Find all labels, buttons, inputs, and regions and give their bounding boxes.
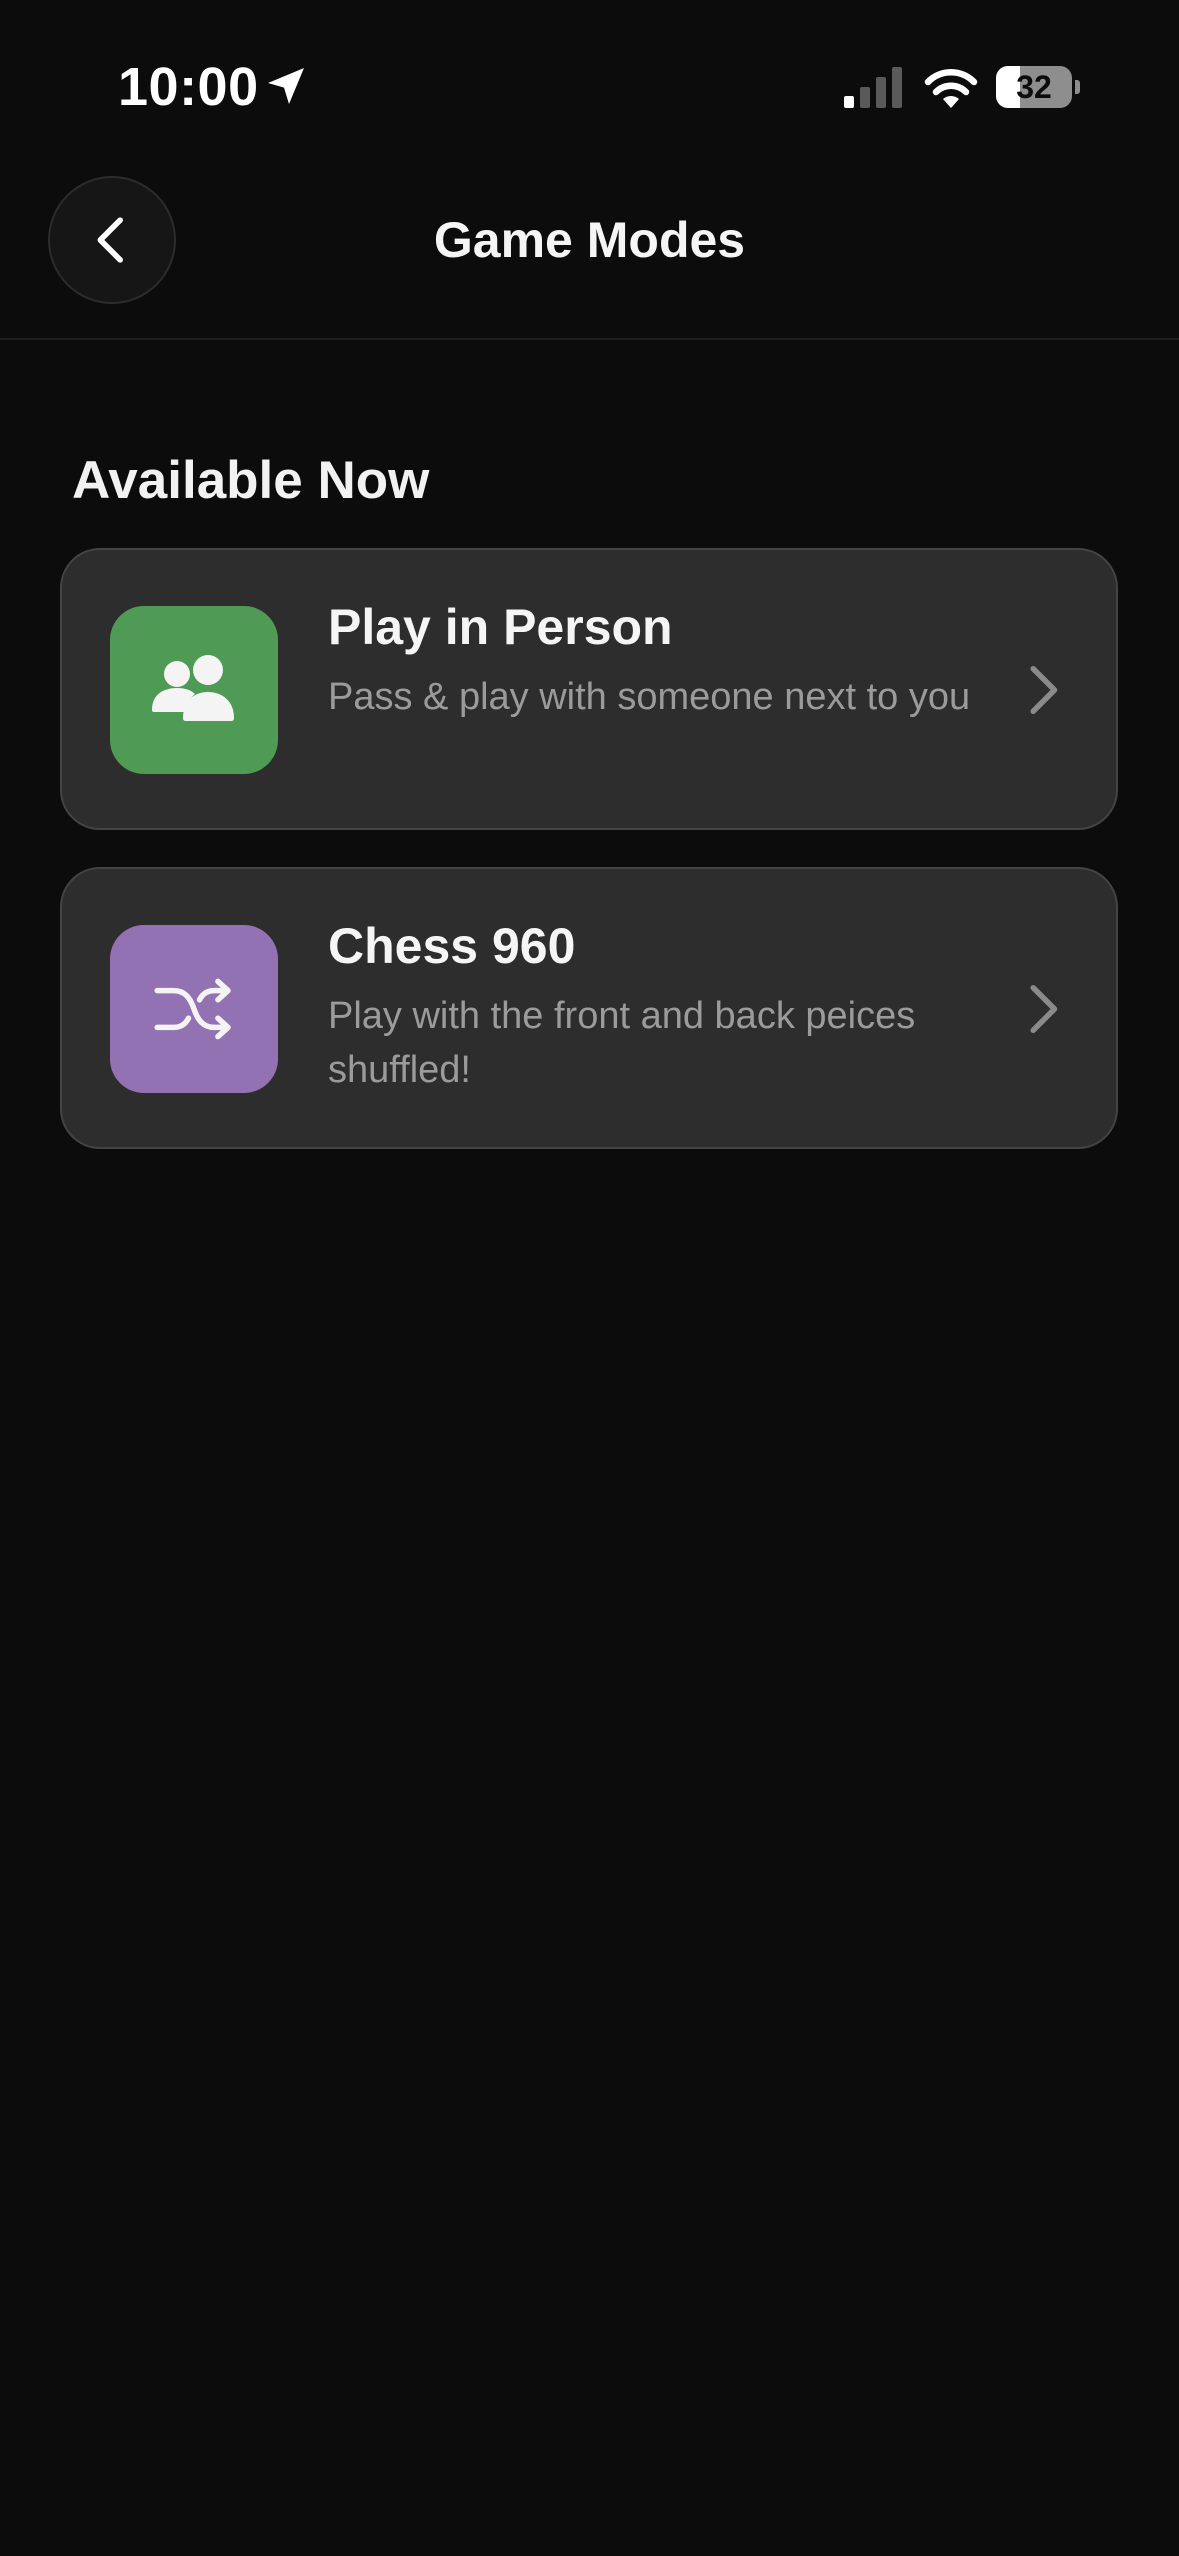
mode-description: Pass & play with someone next to you (328, 676, 971, 718)
people-icon (152, 655, 234, 721)
status-time: 10:00 (118, 57, 259, 117)
mode-description: Play with the front and back peices shuf… (328, 995, 916, 1091)
chevron-right-icon (1030, 666, 1058, 714)
section-title-available-now: Available Now (72, 451, 430, 510)
status-bar: 10:00 32 (0, 0, 1179, 170)
mode-card-play-in-person[interactable]: Play in Person Pass & play with someone … (60, 548, 1118, 830)
location-arrow-icon (268, 68, 304, 104)
mode-icon-tile (110, 606, 278, 774)
battery-level: 32 (1016, 69, 1052, 105)
nav-bar: Game Modes (0, 170, 1179, 340)
wifi-icon (924, 69, 978, 108)
cellular-signal-icon (844, 67, 902, 108)
chevron-right-icon (1030, 985, 1058, 1033)
mode-icon-tile (110, 925, 278, 1093)
battery-icon: 32 (996, 66, 1080, 108)
mode-card-chess-960[interactable]: Chess 960 Play with the front and back p… (60, 867, 1118, 1149)
page-title: Game Modes (433, 212, 746, 268)
mode-title: Play in Person (328, 599, 673, 655)
mode-title: Chess 960 (328, 918, 576, 974)
shuffle-icon (154, 978, 231, 1040)
